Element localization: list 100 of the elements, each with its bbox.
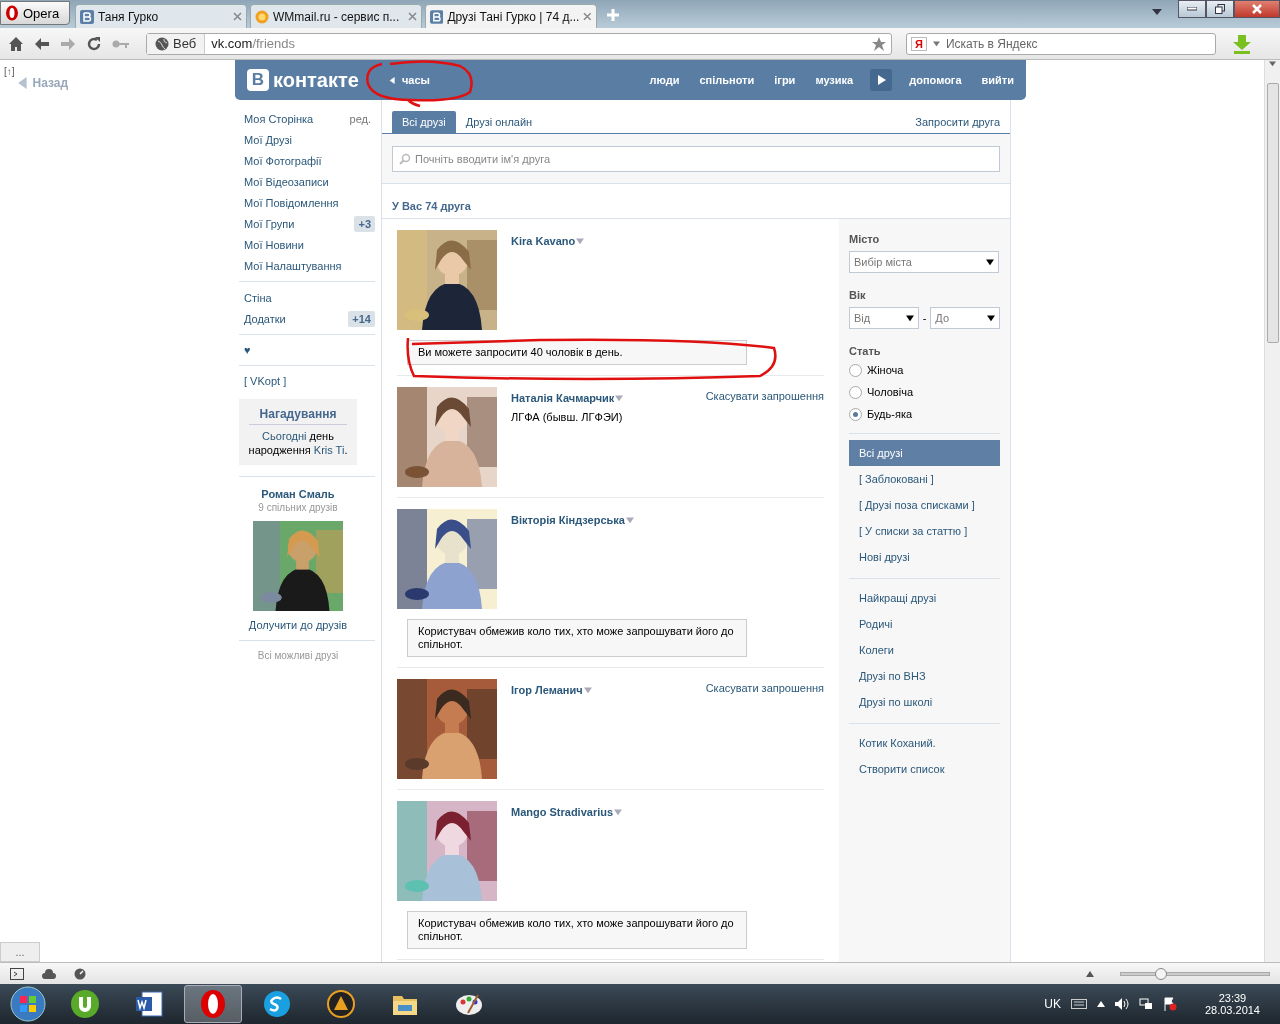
sidebar-item[interactable]: Додатки +14 — [239, 308, 375, 329]
close-icon[interactable] — [583, 12, 592, 21]
nav-link[interactable]: ігри — [774, 74, 796, 86]
cancel-invite-link[interactable]: Скасувати запрошення — [705, 387, 824, 487]
minimize-button[interactable] — [1178, 0, 1206, 18]
home-icon[interactable] — [8, 35, 24, 52]
friend-list-item[interactable]: Нові друзі — [849, 544, 1000, 570]
opera-menu-button[interactable]: Opera — [0, 1, 70, 25]
browser-tab[interactable]: Таня Гурко — [75, 4, 247, 28]
language-indicator[interactable]: UK — [1044, 997, 1061, 1011]
network-icon[interactable] — [1138, 998, 1153, 1010]
friend-list-item[interactable]: Найкращі друзі — [849, 585, 1000, 611]
gender-option[interactable]: Жіноча — [849, 359, 1000, 381]
city-select[interactable]: Вибір міста — [849, 251, 999, 273]
friend-list-item[interactable]: Всі друзі — [849, 440, 1000, 466]
gender-option[interactable]: Чоловіча — [849, 381, 1000, 403]
site-logo[interactable]: В контакте — [247, 68, 359, 92]
sidebar-item[interactable]: Стіна — [239, 287, 375, 308]
player-button[interactable] — [870, 69, 893, 91]
nav-link[interactable]: музика — [815, 74, 854, 86]
radio-button[interactable] — [849, 407, 862, 421]
sidebar-item[interactable]: Моя Сторінка ред. — [239, 108, 375, 129]
age-to-select[interactable]: До — [930, 307, 1000, 329]
search-field[interactable]: Я Искать в Яндекс — [906, 32, 1216, 55]
vkopt-link[interactable]: [ VKopt ] — [239, 371, 375, 391]
sidebar-item[interactable]: Мої Друзі — [239, 129, 375, 150]
restore-button[interactable] — [1206, 0, 1234, 18]
friend-list-item[interactable]: Котик Коханий. — [849, 730, 1000, 756]
friend-list-item[interactable]: Створити список — [849, 756, 1000, 782]
tab-title: WMmail.ru - сервис п... — [273, 9, 401, 24]
keyboard-icon[interactable] — [1070, 999, 1087, 1009]
radio-button[interactable] — [849, 363, 862, 377]
panel-toggle-button[interactable]: ... — [0, 942, 40, 962]
nav-link[interactable]: вийти — [981, 74, 1014, 86]
scrollbar-thumb[interactable] — [1266, 83, 1279, 343]
tray-arrow-icon[interactable] — [1096, 1001, 1105, 1007]
tab-title: Друзі Тані Гурко | 74 д... — [447, 9, 580, 24]
reload-icon[interactable] — [86, 35, 102, 52]
invite-link[interactable]: Запросити друга — [915, 111, 1000, 133]
sidebar-item[interactable]: Мої Відеозаписи — [239, 171, 375, 192]
close-button[interactable] — [1234, 0, 1280, 18]
friend-name[interactable]: Ігор Леманич — [511, 684, 583, 696]
browser-tab[interactable]: Друзі Тані Гурко | 74 д... — [425, 4, 597, 28]
status-link[interactable]: часы — [388, 74, 430, 86]
search-engine-badge[interactable]: Я — [911, 36, 927, 51]
friends-count: У Вас 74 друга — [392, 200, 471, 212]
web-badge[interactable]: Веб — [147, 33, 206, 54]
flag-icon[interactable] — [1162, 997, 1177, 1011]
add-friend-link[interactable]: Долучити до друзів — [248, 619, 348, 631]
close-icon[interactable] — [233, 12, 242, 21]
nav-link[interactable]: спільноти — [699, 74, 755, 86]
nav-link[interactable]: люди — [649, 74, 680, 86]
scrollbar[interactable] — [1264, 60, 1280, 962]
age-from-select[interactable]: Від — [849, 307, 919, 329]
cloud-icon[interactable] — [42, 968, 56, 979]
skype-icon — [262, 989, 292, 1019]
friend-name[interactable]: Наталія Качмарчик — [511, 392, 615, 404]
gender-option[interactable]: Будь-яка — [849, 403, 1000, 425]
friend-name[interactable]: Kira Kavano — [511, 235, 576, 247]
tab-list-icon[interactable] — [1152, 8, 1162, 16]
suggested-friend-name[interactable]: Роман Смаль — [261, 488, 335, 500]
friend-list-item[interactable]: Родичі — [849, 611, 1000, 637]
friend-list-item[interactable]: Колеги — [849, 637, 1000, 663]
slider-thumb[interactable] — [1154, 967, 1167, 980]
sidebar-item[interactable]: Мої Групи +3 — [239, 213, 375, 234]
sidebar-item[interactable]: Мої Фотографії — [239, 150, 375, 171]
address-field[interactable]: Веб vk.com/friends — [146, 32, 892, 55]
nav-link[interactable]: допомога — [909, 74, 962, 86]
clock[interactable]: 23:39 28.03.2014 — [1204, 992, 1260, 1016]
edit-link[interactable]: ред. — [349, 112, 375, 125]
browser-tab[interactable]: WMmail.ru - сервис п... — [250, 4, 422, 28]
sidebar-item[interactable]: Мої Налаштування — [239, 255, 375, 276]
close-icon[interactable] — [408, 12, 417, 21]
friend-list-item[interactable]: [ Друзі поза списками ] — [849, 492, 1000, 518]
volume-icon[interactable] — [1114, 998, 1129, 1010]
zoom-out-icon[interactable] — [1086, 970, 1094, 977]
taskbar-button[interactable] — [184, 985, 242, 1023]
tab[interactable]: Друзі онлайн — [455, 111, 543, 133]
friend-list-item[interactable]: Друзі по ВНЗ — [849, 663, 1000, 689]
mutual-friends-text: 9 спільних друзів — [258, 502, 338, 513]
friend-list-item[interactable]: [ Заблоковані ] — [849, 466, 1000, 492]
left-arrow-icon — [388, 76, 396, 84]
scroll-up-link[interactable]: [↑] — [4, 66, 15, 77]
friend-name[interactable]: Mango Stradivarius — [511, 806, 614, 818]
link[interactable]: Сьогодні — [262, 430, 307, 442]
speedometer-icon[interactable] — [74, 967, 86, 980]
panel-icon[interactable] — [10, 967, 24, 980]
heart-link[interactable]: ♥ — [239, 340, 375, 360]
friend-list-item[interactable]: [ У списки за статтю ] — [849, 518, 1000, 544]
radio-button[interactable] — [849, 385, 862, 399]
star-icon[interactable] — [871, 35, 887, 52]
document-icon — [134, 989, 164, 1019]
search-field[interactable]: Почніть вводити ім'я друга — [392, 146, 1000, 172]
dropdown-icon — [986, 258, 994, 266]
cancel-invite-link[interactable]: Скасувати запрошення — [705, 679, 824, 779]
sidebar-item[interactable]: Мої Повідомлення — [239, 192, 375, 213]
sidebar-item[interactable]: Мої Новини — [239, 234, 375, 255]
friend-list-item[interactable]: Друзі по школі — [849, 689, 1000, 715]
tab[interactable]: Всі друзі — [392, 111, 456, 133]
friend-name[interactable]: Вікторія Кіндзерська — [511, 514, 625, 526]
